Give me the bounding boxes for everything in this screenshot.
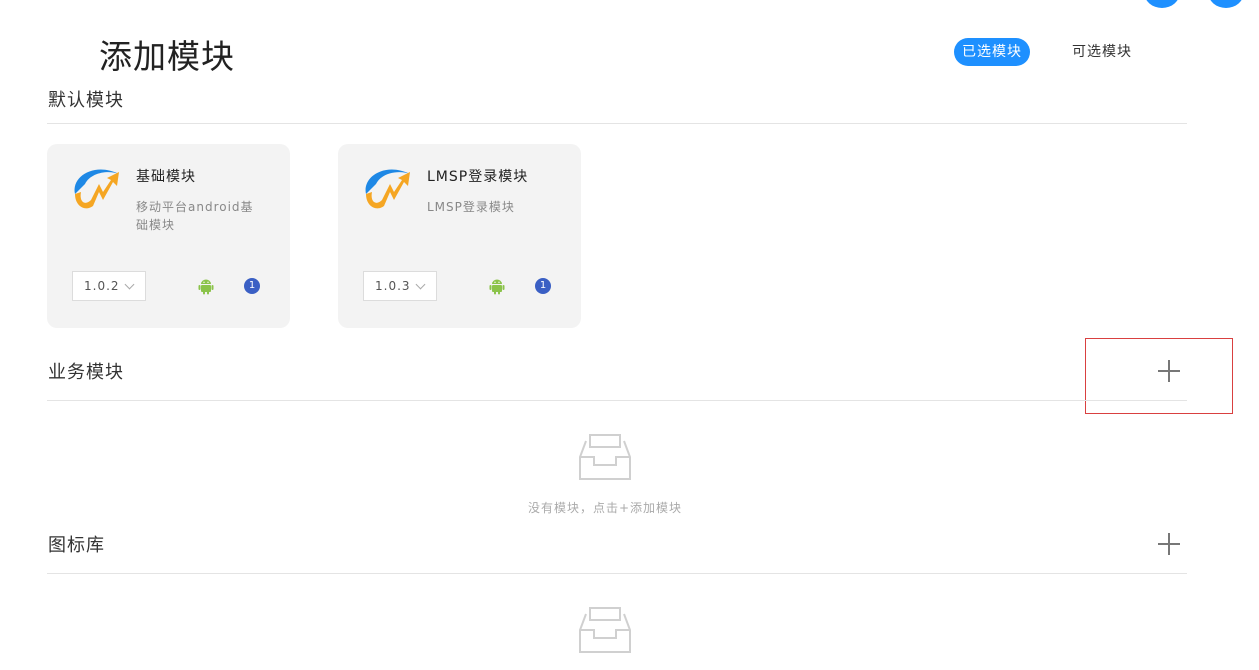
module-description: 移动平台android基础模块: [136, 200, 254, 232]
tab-selected-modules[interactable]: 已选模块: [954, 38, 1030, 66]
section-title-business: 业务模块: [48, 362, 124, 383]
module-card[interactable]: 基础模块 移动平台android基础模块 1.0.2 1: [47, 144, 290, 328]
version-value: 1.0.3: [375, 279, 411, 293]
chevron-down-icon: [415, 279, 426, 290]
version-select[interactable]: 1.0.2: [72, 271, 146, 301]
section-title-default: 默认模块: [48, 90, 124, 111]
toolbar-circle-button-1[interactable]: [1144, 0, 1180, 8]
version-value: 1.0.2: [84, 279, 120, 293]
module-name: LMSP登录模块: [427, 169, 529, 185]
page-title: 添加模块: [99, 37, 235, 76]
version-select[interactable]: 1.0.3: [363, 271, 437, 301]
add-icon-button[interactable]: [1156, 530, 1184, 558]
module-logo-icon: [74, 169, 119, 209]
empty-state-text: 没有模块，点击+添加模块: [527, 501, 683, 515]
android-icon: [198, 279, 214, 295]
module-card[interactable]: LMSP登录模块 LMSP登录模块 1.0.3 1: [338, 144, 581, 328]
empty-inbox-icon: [579, 607, 631, 653]
module-logo-icon: [365, 169, 410, 209]
divider: [47, 400, 1187, 401]
count-badge: 1: [244, 278, 260, 294]
android-icon: [489, 279, 505, 295]
divider: [47, 123, 1187, 124]
divider: [47, 573, 1187, 574]
section-title-icon-library: 图标库: [48, 535, 105, 556]
highlight-box: [1085, 338, 1233, 414]
page: 添加模块 已选模块 可选模块 默认模块 基础模块 移动平台android基础模块…: [0, 0, 1259, 670]
toolbar-circle-button-2[interactable]: [1208, 0, 1244, 8]
count-badge: 1: [535, 278, 551, 294]
tab-optional-modules[interactable]: 可选模块: [1064, 38, 1140, 66]
module-description: LMSP登录模块: [427, 200, 515, 214]
empty-inbox-icon: [579, 434, 631, 480]
chevron-down-icon: [124, 279, 135, 290]
module-name: 基础模块: [136, 169, 196, 185]
